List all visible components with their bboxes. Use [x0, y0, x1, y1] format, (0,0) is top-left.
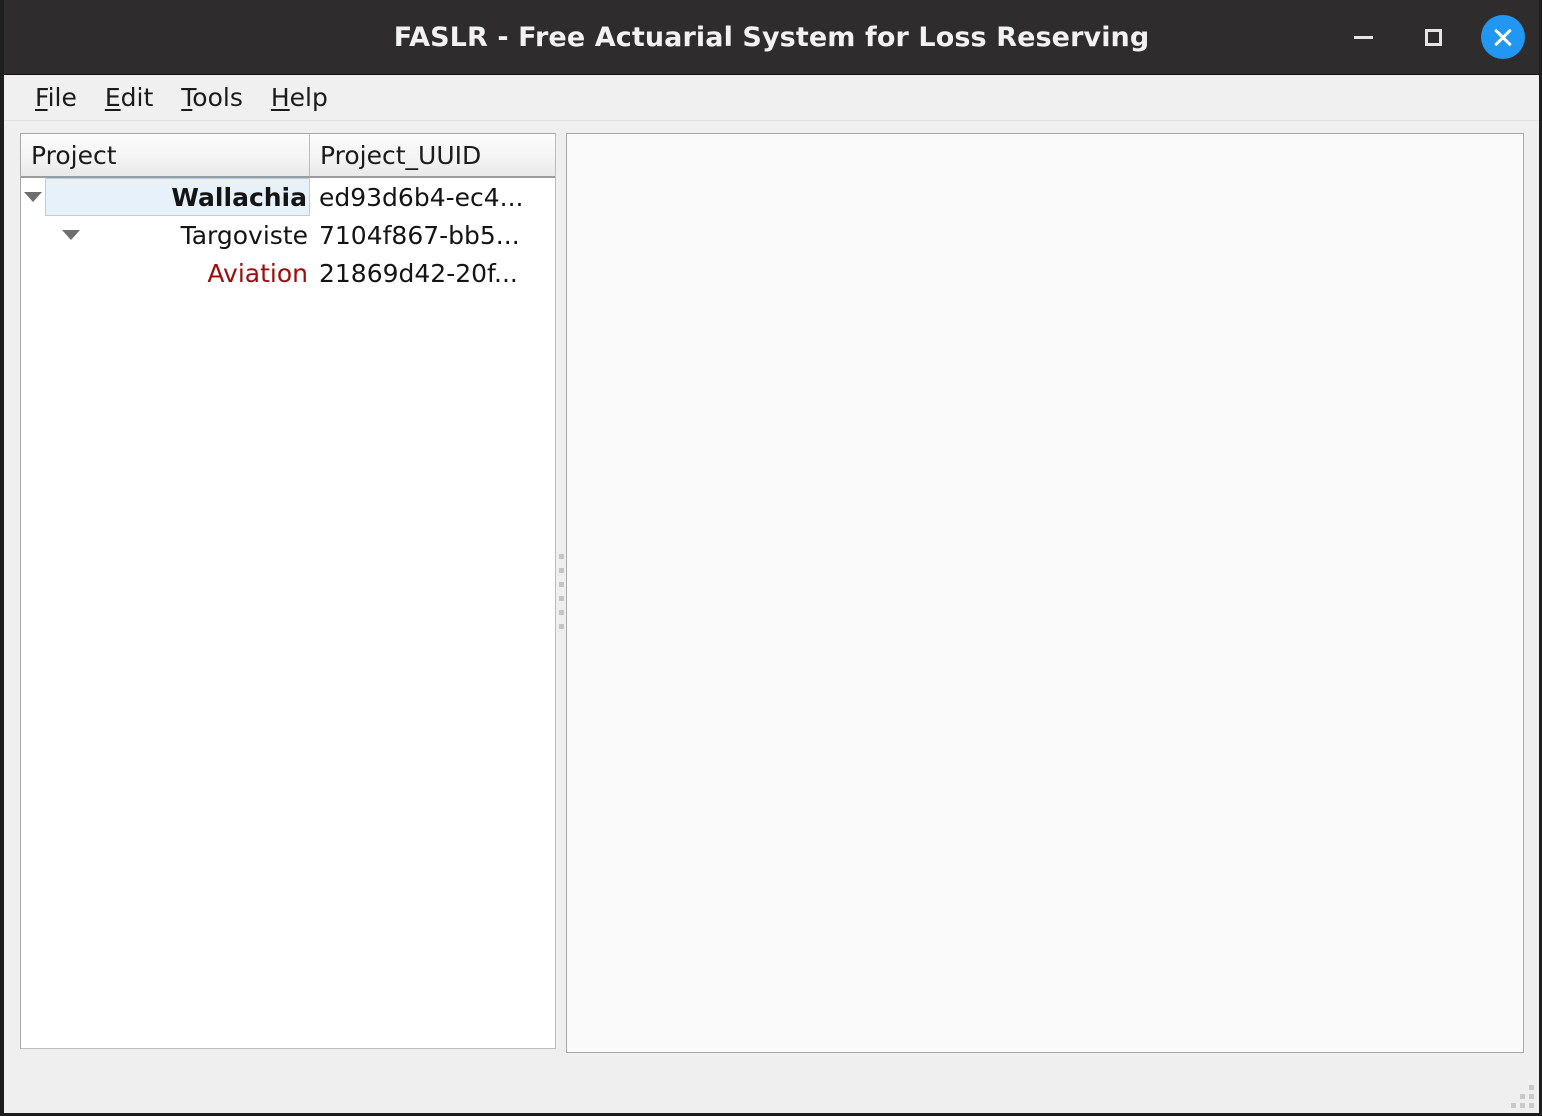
workspace-panel[interactable]: [566, 133, 1524, 1053]
tree-item-uuid: ed93d6b4-ec4...: [319, 182, 524, 212]
panel-splitter-handle[interactable]: [556, 133, 566, 1049]
project-tree-panel: Project Project_UUID Wallachia ed93d6b4-…: [20, 133, 556, 1049]
application-window: FASLR - Free Actuarial System for Loss R…: [0, 0, 1542, 1116]
tree-item-uuid: 7104f867-bb5...: [319, 220, 520, 250]
tree-item-label: Aviation: [207, 258, 308, 288]
close-button[interactable]: [1481, 15, 1525, 59]
menu-tools-label: ools: [192, 83, 243, 112]
title-bar: FASLR - Free Actuarial System for Loss R…: [4, 0, 1539, 75]
project-tree-header: Project Project_UUID: [21, 134, 555, 178]
menu-file-mnemonic: F: [35, 83, 48, 112]
tree-item-aviation[interactable]: Aviation: [21, 254, 310, 292]
menu-edit-mnemonic: E: [104, 83, 121, 112]
menu-item-tools[interactable]: Tools: [167, 81, 257, 114]
menu-file-label: ile: [47, 83, 77, 112]
menu-help-mnemonic: H: [270, 83, 290, 112]
project-tree-body: Wallachia ed93d6b4-ec4... Targoviste 710…: [21, 178, 555, 1048]
splitter-grip-icon: [558, 553, 564, 629]
tree-row[interactable]: Wallachia ed93d6b4-ec4...: [21, 178, 555, 216]
chevron-down-icon[interactable]: [21, 178, 45, 216]
menu-item-edit[interactable]: Edit: [91, 81, 167, 114]
menu-edit-label: dit: [120, 83, 154, 112]
tree-item-targoviste[interactable]: Targoviste: [21, 216, 310, 254]
minimize-button[interactable]: [1341, 15, 1385, 59]
tree-item-label: Wallachia: [45, 178, 310, 216]
tree-item-uuid: 21869d42-20f...: [319, 258, 518, 288]
tree-row[interactable]: Targoviste 7104f867-bb5...: [21, 216, 555, 254]
menu-bar: File Edit Tools Help: [4, 75, 1539, 121]
maximize-button[interactable]: [1411, 15, 1455, 59]
menu-help-label: elp: [289, 83, 328, 112]
column-header-project-uuid[interactable]: Project_UUID: [310, 134, 555, 176]
window-resize-grip[interactable]: [1505, 1079, 1535, 1109]
menu-tools-mnemonic: T: [181, 83, 193, 112]
menu-item-file[interactable]: File: [21, 81, 91, 114]
window-title: FASLR - Free Actuarial System for Loss R…: [393, 21, 1150, 53]
tree-item-wallachia[interactable]: Wallachia: [21, 178, 310, 216]
main-content-area: Project Project_UUID Wallachia ed93d6b4-…: [4, 121, 1539, 1113]
column-header-project[interactable]: Project: [21, 134, 310, 176]
chevron-down-icon[interactable]: [59, 216, 83, 254]
tree-item-label: Targoviste: [180, 220, 308, 250]
menu-item-help[interactable]: Help: [257, 81, 342, 114]
tree-row[interactable]: Aviation 21869d42-20f...: [21, 254, 555, 292]
window-controls: [1341, 0, 1525, 74]
